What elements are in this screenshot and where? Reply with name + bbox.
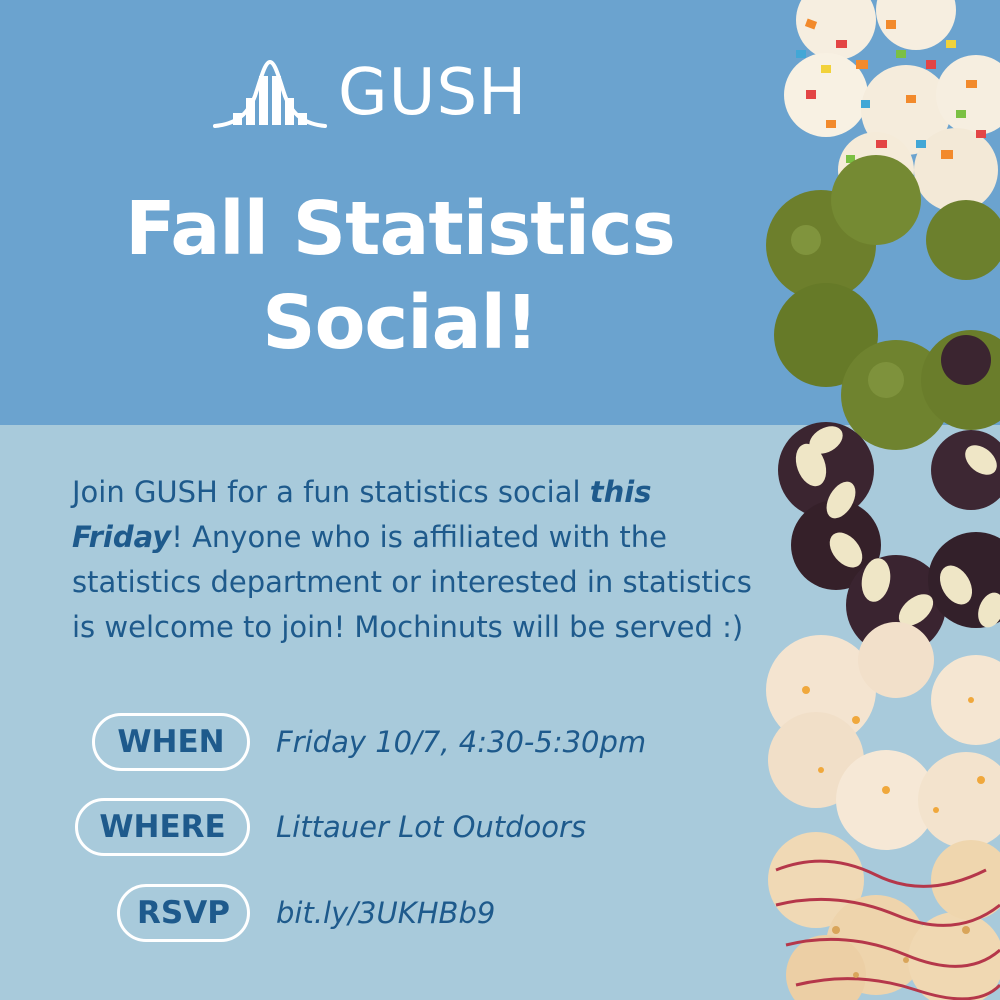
bell-curve-logo-icon	[213, 59, 327, 128]
detail-row-rsvp: RSVP bit.ly/3UKHBb9	[117, 884, 495, 942]
rsvp-badge: RSVP	[117, 884, 250, 942]
when-value: Friday 10/7, 4:30-5:30pm	[276, 725, 647, 759]
donut-illustration-icon	[766, 0, 1000, 1000]
event-title: Fall Statistics Social!	[0, 182, 800, 370]
detail-row-when: WHEN Friday 10/7, 4:30-5:30pm	[92, 713, 646, 771]
citrus-glazed-donut	[766, 622, 1000, 850]
gush-logo: GUSH	[213, 58, 527, 128]
detail-row-where: WHERE Littauer Lot Outdoors	[75, 798, 586, 856]
where-value: Littauer Lot Outdoors	[276, 810, 587, 844]
when-badge: WHEN	[92, 713, 250, 771]
title-line-2: Social!	[262, 280, 538, 366]
where-badge: WHERE	[75, 798, 250, 856]
drizzle-donut	[768, 832, 1000, 1000]
title-line-1: Fall Statistics	[125, 186, 676, 272]
logo-text: GUSH	[338, 56, 528, 130]
event-description: Join GUSH for a fun statistics social th…	[72, 470, 762, 650]
mochi-donut-stack-image	[766, 0, 1000, 1000]
description-part-1: Join GUSH for a fun statistics social	[72, 475, 590, 509]
description-part-2: ! Anyone who is affiliated with the stat…	[72, 520, 752, 644]
rsvp-value[interactable]: bit.ly/3UKHBb9	[276, 896, 495, 930]
